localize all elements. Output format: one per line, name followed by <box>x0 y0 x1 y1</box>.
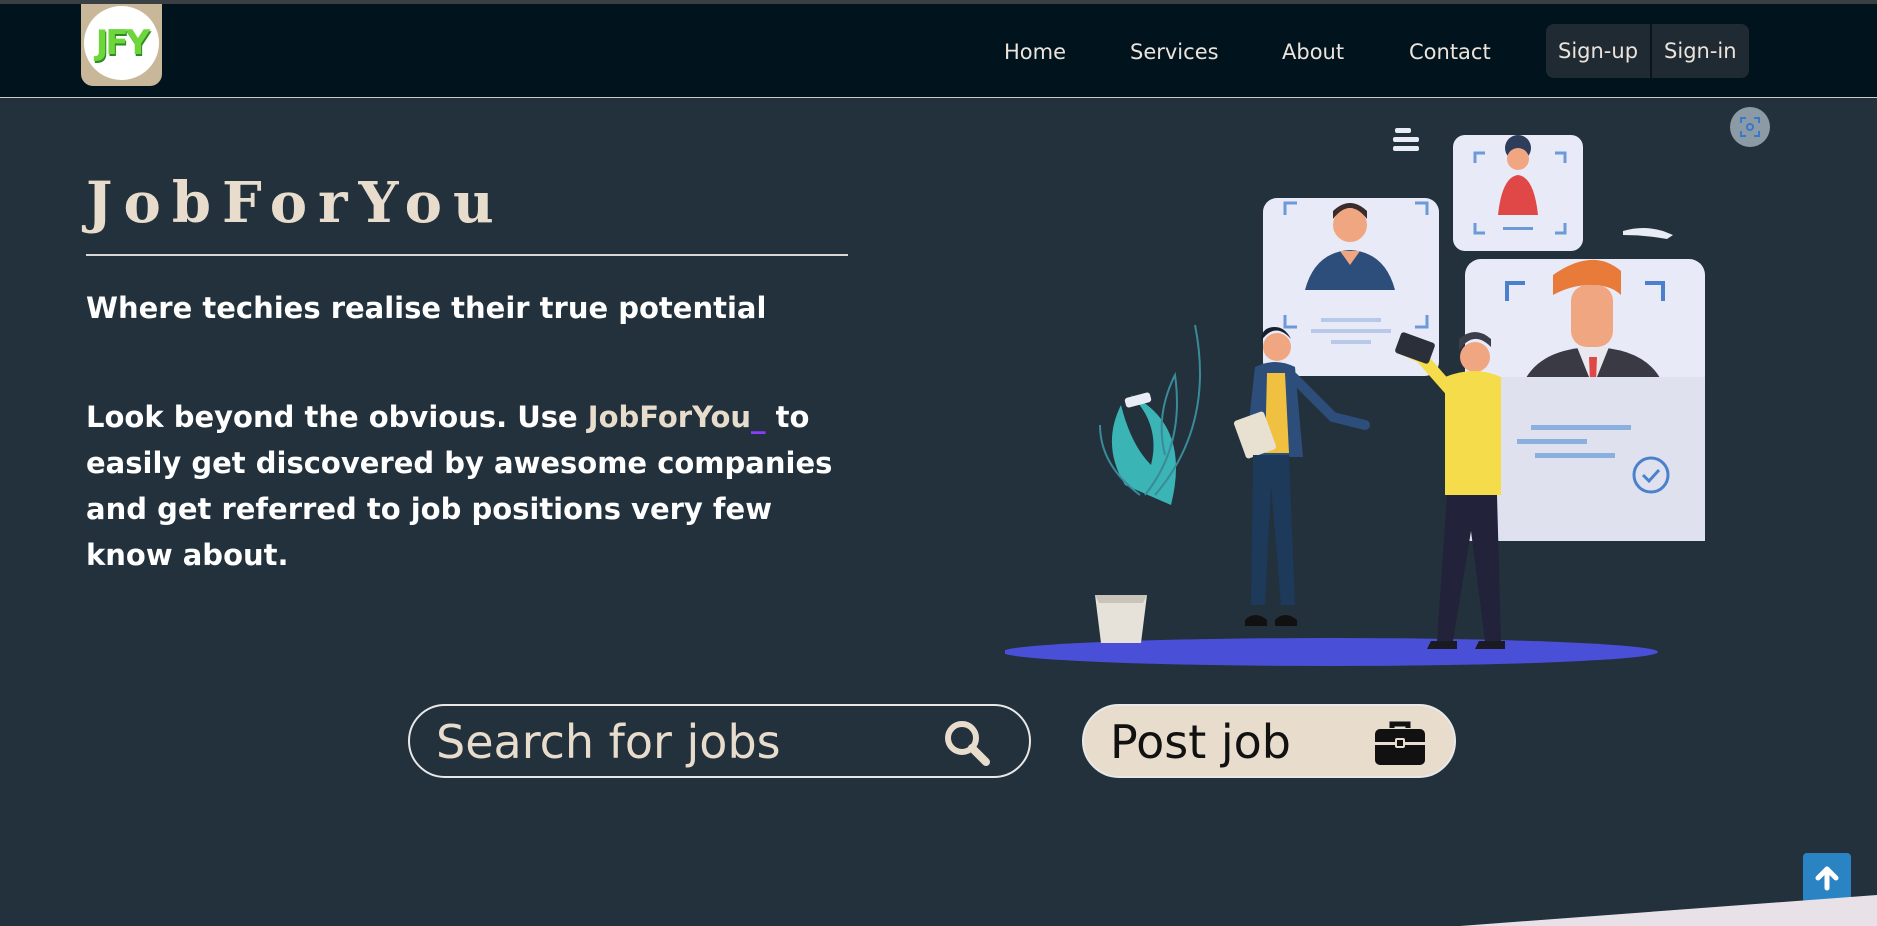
potted-plant <box>1095 324 1201 643</box>
desc-brand-name: JobForYou <box>587 400 752 434</box>
briefcase-icon <box>1375 721 1425 765</box>
search-icon[interactable] <box>942 718 992 768</box>
profile-card-top <box>1453 135 1583 251</box>
footer-wedge <box>1460 895 1877 926</box>
decor-pill <box>1623 228 1673 239</box>
scan-icon[interactable] <box>1730 107 1770 147</box>
nav-link-about[interactable]: About <box>1282 40 1344 64</box>
auth-button-group: Sign-up Sign-in <box>1546 24 1749 78</box>
post-job-label: Post job <box>1110 715 1291 769</box>
signin-button[interactable]: Sign-in <box>1650 24 1749 78</box>
nav-link-services[interactable]: Services <box>1130 40 1219 64</box>
scan-glyph <box>1740 117 1760 137</box>
hero-title: JobForYou <box>86 170 505 236</box>
hero-description: Look beyond the obvious. Use JobForYou_ … <box>86 394 866 578</box>
desc-text-start: Look beyond the obvious. Use <box>86 400 588 434</box>
arrow-up-icon <box>1815 866 1839 891</box>
man-figure <box>1395 332 1505 649</box>
title-divider <box>86 254 848 256</box>
logo-text: JFY <box>95 23 150 63</box>
post-job-button[interactable]: Post job <box>1082 704 1456 778</box>
hiring-illustration <box>1005 128 1705 666</box>
hero-tagline: Where techies realise their true potenti… <box>86 291 767 325</box>
logo-badge: JFY <box>84 6 159 80</box>
signup-button[interactable]: Sign-up <box>1546 24 1651 78</box>
navbar: JFY Home Services About Contact Sign-up … <box>0 4 1877 98</box>
search-input[interactable] <box>436 716 936 768</box>
nav-link-contact[interactable]: Contact <box>1409 40 1491 64</box>
nav-link-home[interactable]: Home <box>1004 40 1066 64</box>
site-logo[interactable]: JFY <box>81 4 162 86</box>
typing-cursor: _ <box>751 400 766 434</box>
job-search-box <box>408 704 1031 778</box>
decor-bars <box>1393 128 1419 151</box>
